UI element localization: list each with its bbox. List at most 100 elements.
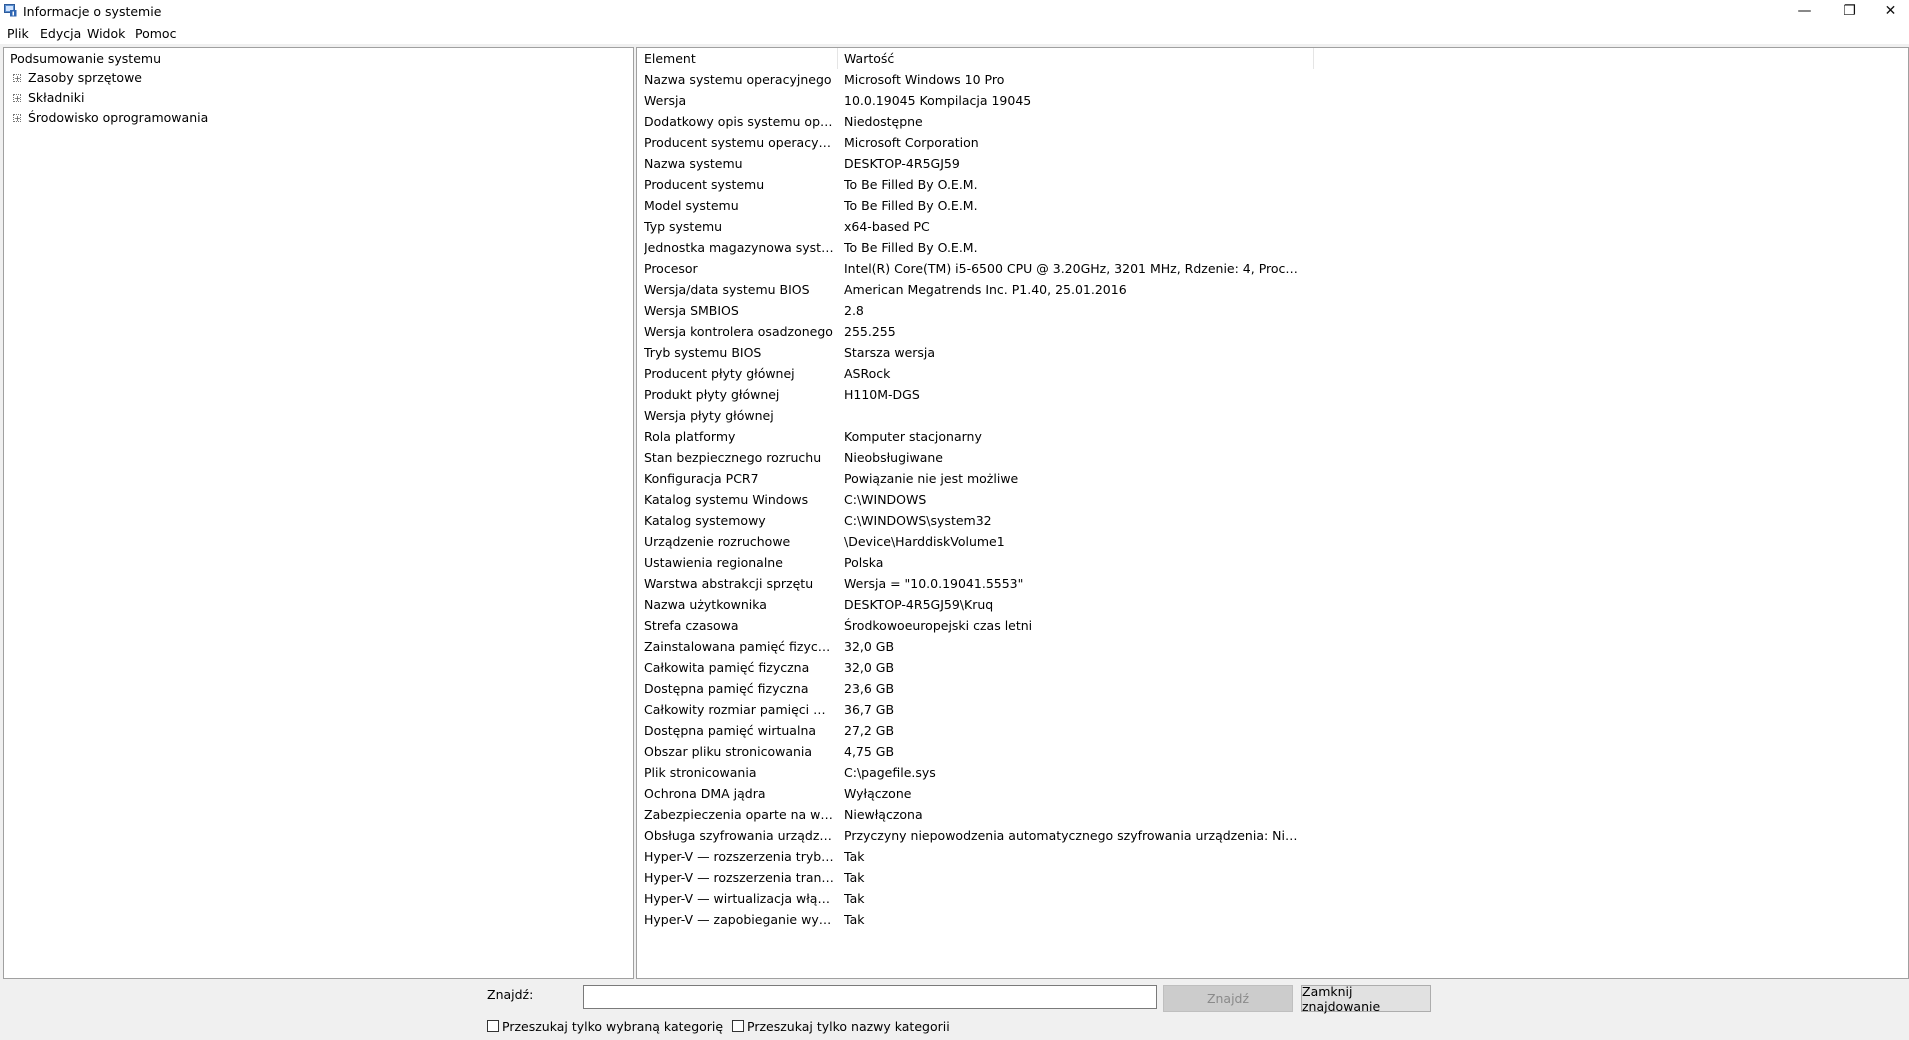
table-row[interactable]: Producent systemu To Be Filled By O.E.M. <box>637 174 1908 195</box>
table-row[interactable]: Zabezpieczenia oparte na wirtu... Niewłąc… <box>637 804 1908 825</box>
row-element: Nazwa użytkownika <box>644 597 767 612</box>
table-row[interactable]: Hyper-V — wirtualizacja włączo... Tak <box>637 888 1908 909</box>
table-row[interactable]: Jednostka magazynowa systemu To Be Filled… <box>637 237 1908 258</box>
category-tree[interactable]: Podsumowanie systemu + Zasoby sprzętowe … <box>3 47 634 979</box>
table-row[interactable]: Producent płyty głównej ASRock <box>637 363 1908 384</box>
column-header-element[interactable]: Element <box>644 51 834 66</box>
table-row[interactable]: Ochrona DMA jądra Wyłączone <box>637 783 1908 804</box>
table-row[interactable]: Całkowita pamięć fizyczna 32,0 GB <box>637 657 1908 678</box>
table-row[interactable]: Produkt płyty głównej H110M-DGS <box>637 384 1908 405</box>
table-row[interactable]: Ustawienia regionalne Polska <box>637 552 1908 573</box>
row-element: Wersja/data systemu BIOS <box>644 282 810 297</box>
table-row[interactable]: Rola platformy Komputer stacjonarny <box>637 426 1908 447</box>
table-row[interactable]: Model systemu To Be Filled By O.E.M. <box>637 195 1908 216</box>
table-row[interactable]: Wersja kontrolera osadzonego 255.255 <box>637 321 1908 342</box>
menu-pomoc[interactable]: Pomoc <box>135 26 176 41</box>
row-value: American Megatrends Inc. P1.40, 25.01.20… <box>844 282 1127 297</box>
row-value: Intel(R) Core(TM) i5-6500 CPU @ 3.20GHz,… <box>844 261 1304 276</box>
table-row[interactable]: Urządzenie rozruchowe \Device\HarddiskVol… <box>637 531 1908 552</box>
row-element: Model systemu <box>644 198 739 213</box>
row-value: Środkowoeuropejski czas letni <box>844 618 1033 633</box>
row-value: 32,0 GB <box>844 660 895 675</box>
column-header-value[interactable]: Wartość <box>844 51 1304 66</box>
row-element: Producent systemu operacyjne... <box>644 135 834 150</box>
table-row[interactable]: Dostępna pamięć wirtualna 27,2 GB <box>637 720 1908 741</box>
row-value: Tak <box>844 870 865 885</box>
row-value: 27,2 GB <box>844 723 895 738</box>
expand-icon[interactable]: + <box>13 74 21 83</box>
close-find-button[interactable]: Zamknij znajdowanie <box>1301 984 1431 1014</box>
row-value: Powiązanie nie jest możliwe <box>844 471 1019 486</box>
find-button[interactable]: Znajdź <box>1163 985 1293 1012</box>
row-element: Hyper-V — wirtualizacja włączo... <box>644 891 834 906</box>
table-row[interactable]: Procesor Intel(R) Core(TM) i5-6500 CPU @ … <box>637 258 1908 279</box>
close-button[interactable]: ✕ <box>1872 0 1909 22</box>
table-row[interactable]: Całkowity rozmiar pamięci wirt... 36,7 GB <box>637 699 1908 720</box>
column-divider[interactable] <box>1313 48 1314 69</box>
tree-item-label: Składniki <box>28 90 85 105</box>
table-row[interactable]: Wersja 10.0.19045 Kompilacja 19045 <box>637 90 1908 111</box>
table-row[interactable]: Tryb systemu BIOS Starsza wersja <box>637 342 1908 363</box>
table-row[interactable]: Konfiguracja PCR7 Powiązanie nie jest moż… <box>637 468 1908 489</box>
table-row[interactable]: Warstwa abstrakcji sprzętu Wersja = "10.0… <box>637 573 1908 594</box>
find-input[interactable] <box>583 985 1157 1009</box>
row-element: Ustawienia regionalne <box>644 555 783 570</box>
minimize-button[interactable]: — <box>1782 0 1827 22</box>
checkbox-box[interactable] <box>732 1020 744 1032</box>
table-row[interactable]: Wersja SMBIOS 2.8 <box>637 300 1908 321</box>
restore-icon: ❐ <box>1843 3 1856 19</box>
row-element: Hyper-V — zapobieganie wyko... <box>644 912 834 927</box>
row-value: x64-based PC <box>844 219 930 234</box>
table-row[interactable]: Hyper-V — zapobieganie wyko... Tak <box>637 909 1908 930</box>
close-icon: ✕ <box>1884 3 1897 19</box>
row-element: Katalog systemu Windows <box>644 492 809 507</box>
row-element: Zainstalowana pamięć fizyczna ... <box>644 639 834 654</box>
row-value: Starsza wersja <box>844 345 936 360</box>
table-row[interactable]: Producent systemu operacyjne... Microsoft… <box>637 132 1908 153</box>
table-row[interactable]: Typ systemu x64-based PC <box>637 216 1908 237</box>
row-value: H110M-DGS <box>844 387 920 402</box>
table-row[interactable]: Obszar pliku stronicowania 4,75 GB <box>637 741 1908 762</box>
menu-plik[interactable]: Plik <box>7 26 29 41</box>
row-element: Katalog systemowy <box>644 513 766 528</box>
table-row[interactable]: Katalog systemu Windows C:\WINDOWS <box>637 489 1908 510</box>
menu-widok[interactable]: Widok <box>87 26 125 41</box>
row-element: Konfiguracja PCR7 <box>644 471 759 486</box>
row-value: To Be Filled By O.E.M. <box>844 198 978 213</box>
row-value: 4,75 GB <box>844 744 895 759</box>
table-row[interactable]: Wersja/data systemu BIOS American Megatre… <box>637 279 1908 300</box>
row-element: Strefa czasowa <box>644 618 739 633</box>
table-row[interactable]: Dodatkowy opis systemu oper... Niedostępn… <box>637 111 1908 132</box>
table-row[interactable]: Zainstalowana pamięć fizyczna ... 32,0 GB <box>637 636 1908 657</box>
table-row[interactable]: Wersja płyty głównej <box>637 405 1908 426</box>
tree-item-system-summary[interactable]: Podsumowanie systemu <box>10 51 161 66</box>
checkbox-box[interactable] <box>487 1020 499 1032</box>
row-value: \Device\HarddiskVolume1 <box>844 534 1005 549</box>
row-element: Wersja <box>644 93 687 108</box>
menu-bar: Plik Edycja Widok Pomoc <box>0 22 1909 44</box>
details-list[interactable]: Element Wartość Nazwa systemu operacyjne… <box>636 47 1909 979</box>
table-row[interactable]: Nazwa użytkownika DESKTOP-4R5GJ59\Kruq <box>637 594 1908 615</box>
table-row[interactable]: Plik stronicowania C:\pagefile.sys <box>637 762 1908 783</box>
row-element: Producent systemu <box>644 177 765 192</box>
find-label: Znajdź: <box>487 987 534 1002</box>
table-row[interactable]: Stan bezpiecznego rozruchu Nieobsługiwane <box>637 447 1908 468</box>
restore-button[interactable]: ❐ <box>1827 0 1872 22</box>
table-row[interactable]: Obsługa szyfrowania urządzeń Przyczyny ni… <box>637 825 1908 846</box>
expand-icon[interactable]: + <box>13 114 21 123</box>
row-element: Zabezpieczenia oparte na wirtu... <box>644 807 834 822</box>
table-row[interactable]: Hyper-V — rozszerzenia trybu ... Tak <box>637 846 1908 867</box>
expand-icon[interactable]: + <box>13 94 21 103</box>
row-value: 2.8 <box>844 303 864 318</box>
table-row[interactable]: Dostępna pamięć fizyczna 23,6 GB <box>637 678 1908 699</box>
row-element: Ochrona DMA jądra <box>644 786 766 801</box>
row-element: Całkowity rozmiar pamięci wirt... <box>644 702 834 717</box>
column-divider[interactable] <box>837 48 838 69</box>
row-value: C:\WINDOWS <box>844 492 927 507</box>
table-row[interactable]: Katalog systemowy C:\WINDOWS\system32 <box>637 510 1908 531</box>
table-row[interactable]: Nazwa systemu operacyjnego Microsoft Wind… <box>637 69 1908 90</box>
menu-edycja[interactable]: Edycja <box>40 26 81 41</box>
table-row[interactable]: Nazwa systemu DESKTOP-4R5GJ59 <box>637 153 1908 174</box>
table-row[interactable]: Strefa czasowa Środkowoeuropejski czas le… <box>637 615 1908 636</box>
table-row[interactable]: Hyper-V — rozszerzenia transl... Tak <box>637 867 1908 888</box>
